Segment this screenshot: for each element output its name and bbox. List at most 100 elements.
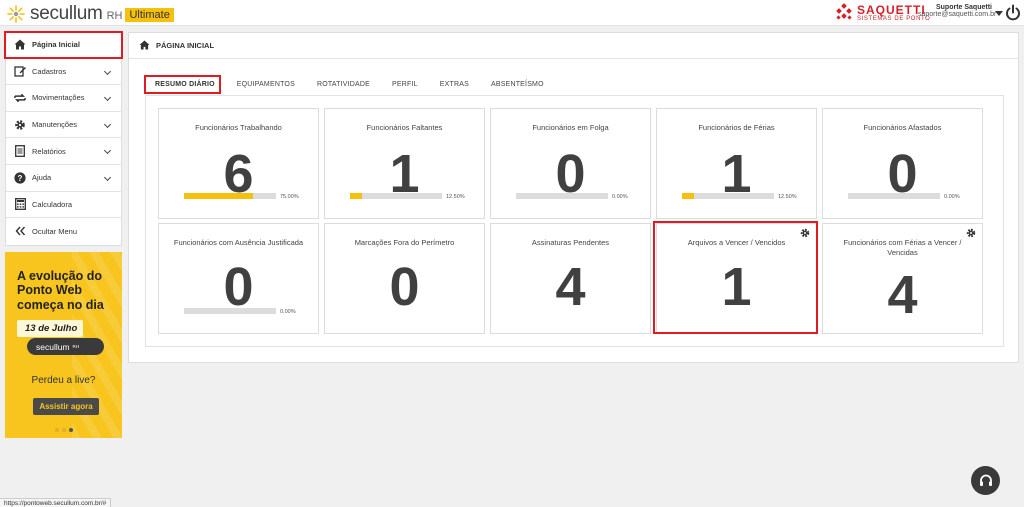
question-icon: ? <box>14 172 26 184</box>
sidebar-item-manutencoes[interactable]: Manutenções <box>6 112 121 139</box>
report-icon <box>14 145 26 158</box>
main-panel: PÁGINA INICIAL RESUMO DIÁRIO EQUIPAMENTO… <box>128 32 1019 363</box>
user-info[interactable]: Suporte Saquetti suporte@saquetti.com.br <box>918 4 997 19</box>
help-chat-button[interactable] <box>971 466 1000 495</box>
sidebar-item-cadastros[interactable]: Cadastros <box>6 59 121 86</box>
progress-bar <box>184 308 276 314</box>
progress-percent: 0.00% <box>280 309 296 315</box>
progress-fill <box>184 193 253 199</box>
progress-bar <box>184 193 276 199</box>
card-value: 0 <box>389 257 420 317</box>
partner-mark-icon <box>836 3 852 20</box>
tab-extras[interactable]: EXTRAS <box>429 75 480 93</box>
progress-percent: 75.00% <box>280 194 299 200</box>
promo-banner[interactable]: A evolução do Ponto Web começa no dia 13… <box>5 252 122 438</box>
card-title: Funcionários de Férias <box>698 123 775 132</box>
tab-rotatividade[interactable]: ROTATIVIDADE <box>306 75 381 93</box>
progress-bar <box>350 193 442 199</box>
card-title: Funcionários Trabalhando <box>195 123 282 132</box>
svg-text:?: ? <box>18 174 23 183</box>
chevron-down-icon <box>103 120 112 128</box>
card-funcionarios-em-folga[interactable]: Funcionários em Folga 0 0.00% <box>490 108 651 219</box>
progress-percent: 12.50% <box>778 194 797 200</box>
tab-perfil[interactable]: PERFIL <box>381 75 429 93</box>
watch-now-button[interactable]: Assistir agora <box>33 398 99 415</box>
banner-date: 13 de Julho <box>17 320 84 337</box>
card-ausencia-justificada[interactable]: Funcionários com Ausência Justificada 0 … <box>158 223 319 334</box>
progress-percent: 0.00% <box>612 194 628 200</box>
settings-gear-icon[interactable] <box>966 228 976 238</box>
card-value: 4 <box>887 265 918 325</box>
sidebar-item-movimentacoes[interactable]: Movimentações <box>6 85 121 112</box>
logo-badge: Ultimate <box>125 8 174 22</box>
banner-pill-small: RH <box>72 344 80 349</box>
sidebar-item-label: Cadastros <box>32 66 67 76</box>
card-marcacoes-fora-perimetro[interactable]: Marcações Fora do Perímetro 0 <box>324 223 485 334</box>
partner-logo: SAQUETTI SISTEMAS DE PONTO <box>834 3 930 23</box>
sidebar-item-label: Manutenções <box>32 120 78 130</box>
progress-bar <box>516 193 608 199</box>
sidebar-item-calculadora[interactable]: Calculadora <box>6 192 121 219</box>
card-value: 4 <box>555 257 586 317</box>
card-title: Funcionários com Ausência Justificada <box>173 238 304 247</box>
sidebar-item-label: Calculadora <box>32 199 73 209</box>
chevron-down-icon <box>103 67 112 75</box>
sun-logo-icon <box>7 5 25 23</box>
card-ferias-vencer[interactable]: Funcionários com Férias a Vencer / Venci… <box>822 223 983 334</box>
tab-equipamentos[interactable]: EQUIPAMENTOS <box>226 75 306 93</box>
banner-subtitle: Perdeu a live? <box>31 375 96 386</box>
tab-absenteismo[interactable]: ABSENTEÍSMO <box>480 75 555 93</box>
progress-percent: 12.50% <box>446 194 465 200</box>
carousel-dots[interactable] <box>55 428 73 432</box>
gear-icon <box>14 119 26 131</box>
banner-pill-text: secullum <box>36 341 70 352</box>
dashboard-cards: Funcionários Trabalhando 6 75.00% Funcio… <box>145 95 1004 347</box>
sidebar-item-label: Ocultar Menu <box>32 226 78 236</box>
card-funcionarios-afastados[interactable]: Funcionários Afastados 0 0.00% <box>822 108 983 219</box>
card-title: Funcionários Faltantes <box>366 123 443 132</box>
carousel-dot[interactable] <box>62 428 66 432</box>
carousel-dot[interactable] <box>55 428 59 432</box>
carousel-dot-active[interactable] <box>69 428 73 432</box>
user-email: suporte@saquetti.com.br <box>918 11 997 19</box>
progress-percent: 0.00% <box>944 194 960 200</box>
highlight-home-item <box>4 31 123 59</box>
sidebar-item-ajuda[interactable]: ? Ajuda <box>6 165 121 192</box>
power-icon[interactable] <box>1005 4 1021 22</box>
card-assinaturas-pendentes[interactable]: Assinaturas Pendentes 4 <box>490 223 651 334</box>
highlight-arquivos-card <box>653 221 818 334</box>
sidebar-item-label: Ajuda <box>32 173 52 183</box>
card-title: Marcações Fora do Perímetro <box>354 238 455 247</box>
sidebar-item-relatorios[interactable]: Relatórios <box>6 138 121 165</box>
status-url: https://pontoweb.secullum.com.br/# <box>0 498 112 507</box>
highlight-active-tab <box>144 75 221 94</box>
sidebar-item-ocultar-menu[interactable]: Ocultar Menu <box>6 218 121 245</box>
progress-fill <box>682 193 694 199</box>
calculator-icon <box>14 198 26 211</box>
card-title: Assinaturas Pendentes <box>531 238 610 247</box>
progress-bar <box>848 193 940 199</box>
progress-bar <box>682 193 774 199</box>
page-header: PÁGINA INICIAL <box>129 33 1018 59</box>
chevron-down-icon <box>103 94 112 102</box>
card-funcionarios-faltantes[interactable]: Funcionários Faltantes 1 12.50% <box>324 108 485 219</box>
banner-logo-pill: secullum RH <box>27 338 104 355</box>
page-title: PÁGINA INICIAL <box>156 41 215 50</box>
headset-icon <box>979 474 992 486</box>
double-chevron-left-icon <box>14 225 26 237</box>
chevron-down-icon <box>103 147 112 155</box>
card-value: 0 <box>223 257 254 317</box>
secullum-logo[interactable]: secullum RH Ultimate <box>6 3 174 25</box>
swap-icon <box>14 92 26 104</box>
top-bar: secullum RH Ultimate SAQUETTI SISTEMAS D… <box>0 0 1024 26</box>
sidebar: Página Inicial Cadastros Movimentações M… <box>5 31 122 246</box>
user-menu-caret-icon[interactable] <box>995 11 1003 16</box>
home-icon <box>139 40 150 51</box>
sidebar-item-label: Movimentações <box>32 93 85 103</box>
card-title: Funcionários com Férias a Vencer / Venci… <box>843 238 962 257</box>
card-funcionarios-trabalhando[interactable]: Funcionários Trabalhando 6 75.00% <box>158 108 319 219</box>
card-funcionarios-de-ferias[interactable]: Funcionários de Férias 1 12.50% <box>656 108 817 219</box>
card-title: Funcionários em Folga <box>532 123 609 132</box>
edit-icon <box>14 65 26 78</box>
user-name: Suporte Saquetti <box>935 4 992 11</box>
